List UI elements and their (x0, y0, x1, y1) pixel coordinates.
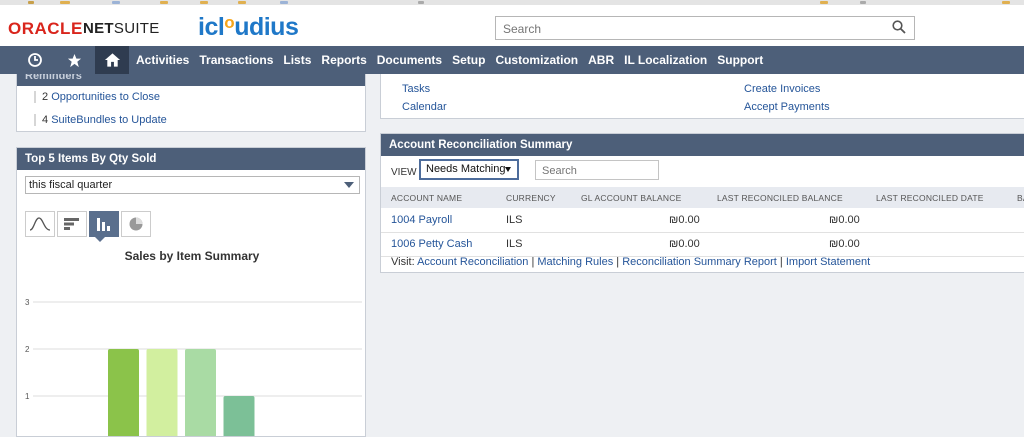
shortcut-tasks[interactable]: Tasks (402, 83, 430, 95)
col-currency[interactable]: CURRENCY (506, 193, 556, 203)
line-chart-icon[interactable] (25, 211, 55, 237)
icloudius-logo[interactable]: icloudius (198, 13, 299, 42)
nav-menu: Activities Transactions Lists Reports Do… (136, 46, 773, 74)
app-header: ORACLE NETSUITE icloudius (0, 5, 1024, 46)
row-last-balance: ₪0.00 (829, 214, 860, 226)
row-last-balance: ₪0.00 (829, 238, 860, 250)
chart-bar[interactable] (185, 349, 216, 436)
nav-item-lists[interactable]: Lists (283, 53, 311, 67)
table-row: 1004 Payroll ILS ₪0.00 ₪0.00 (381, 208, 1024, 233)
account-link-petty-cash[interactable]: 1006 Petty Cash (391, 238, 472, 250)
recent-records-icon[interactable] (19, 46, 51, 74)
reminders-header: Reminders (17, 74, 365, 86)
home-icon[interactable] (95, 46, 129, 74)
link-reconciliation-summary-report[interactable]: Reconciliation Summary Report (622, 256, 777, 268)
chart-bar[interactable] (223, 396, 255, 436)
nav-item-support[interactable]: Support (717, 53, 763, 67)
view-label: VIEW (391, 167, 417, 178)
bar-horizontal-icon[interactable] (57, 211, 87, 237)
account-link-payroll[interactable]: 1004 Payroll (391, 214, 452, 226)
sales-bar-chart: 3210 (25, 298, 362, 436)
recon-search-box[interactable] (535, 160, 659, 180)
chart-type-tabs (25, 211, 153, 237)
row-currency: ILS (506, 238, 523, 250)
account-reconciliation-portlet: Account Reconciliation Summary VIEW Need… (380, 133, 1024, 273)
reminder-link-suitebundles[interactable]: SuiteBundles to Update (51, 114, 167, 126)
shortcut-accept-payments[interactable]: Accept Payments (744, 101, 830, 113)
pie-chart-icon[interactable] (121, 211, 151, 237)
nav-item-setup[interactable]: Setup (452, 53, 485, 67)
reminder-link-opportunities[interactable]: Opportunities to Close (51, 91, 160, 103)
column-chart-icon[interactable] (89, 211, 119, 237)
top-items-portlet: Top 5 Items By Qty Sold this fiscal quar… (16, 147, 366, 437)
oracle-logo[interactable]: ORACLE (8, 19, 83, 39)
row-gl-balance: ₪0.00 (669, 238, 700, 250)
star-icon[interactable] (58, 46, 90, 74)
view-select[interactable]: Needs Matching (419, 159, 519, 180)
reminder-item[interactable]: 2 Opportunities to Close (34, 91, 160, 103)
search-icon[interactable] (892, 20, 906, 34)
netsuite-logo[interactable]: NETSUITE (83, 20, 160, 37)
nav-item-abr[interactable]: ABR (588, 53, 614, 67)
shortcuts-portlet: Tasks Calendar Create Invoices Accept Pa… (380, 74, 1024, 119)
shortcut-calendar[interactable]: Calendar (402, 101, 447, 113)
nav-item-transactions[interactable]: Transactions (199, 53, 273, 67)
global-search-input[interactable] (501, 21, 885, 37)
recon-header[interactable]: Account Reconciliation Summary (381, 134, 1024, 156)
row-currency: ILS (506, 214, 523, 226)
reminders-portlet: Reminders 2 Opportunities to Close 4 Sui… (16, 74, 366, 132)
nav-item-customization[interactable]: Customization (495, 53, 578, 67)
recon-search-input[interactable] (540, 164, 654, 178)
top-items-header[interactable]: Top 5 Items By Qty Sold (17, 148, 365, 170)
chevron-down-icon[interactable] (505, 167, 511, 172)
col-last-reconciled-date[interactable]: LAST RECONCILED DATE (876, 193, 984, 203)
link-matching-rules[interactable]: Matching Rules (537, 256, 613, 268)
col-last-reconciled-balance[interactable]: LAST RECONCILED BALANCE (717, 193, 843, 203)
y-tick-label: 1 (25, 392, 30, 401)
chart-title: Sales by Item Summary (124, 249, 260, 263)
nav-item-il-localization[interactable]: IL Localization (624, 53, 707, 67)
col-gl-balance[interactable]: GL ACCOUNT BALANCE (581, 193, 681, 203)
table-row: 1006 Petty Cash ILS ₪0.00 ₪0.00 (381, 232, 1024, 257)
chart-bar[interactable] (146, 349, 178, 436)
recon-table-header: ACCOUNT NAME CURRENCY GL ACCOUNT BALANCE… (381, 187, 1024, 208)
col-ba[interactable]: BA (1017, 193, 1024, 203)
chevron-down-icon[interactable] (344, 182, 354, 188)
nav-item-documents[interactable]: Documents (377, 53, 442, 67)
y-tick-label: 2 (25, 345, 30, 354)
active-tab-pointer (95, 237, 105, 242)
link-import-statement[interactable]: Import Statement (786, 256, 870, 268)
reminder-item[interactable]: 4 SuiteBundles to Update (34, 114, 167, 126)
y-tick-label: 3 (25, 298, 30, 307)
period-select[interactable]: this fiscal quarter (25, 176, 360, 194)
nav-item-activities[interactable]: Activities (136, 53, 189, 67)
row-gl-balance: ₪0.00 (669, 214, 700, 226)
nav-item-reports[interactable]: Reports (321, 53, 366, 67)
shortcut-create-invoices[interactable]: Create Invoices (744, 83, 820, 95)
visit-links: Visit: Account Reconciliation | Matching… (391, 256, 871, 268)
link-account-reconciliation[interactable]: Account Reconciliation (417, 256, 528, 268)
chart-bar[interactable] (108, 349, 139, 436)
main-nav-bar: Activities Transactions Lists Reports Do… (0, 46, 1024, 74)
global-search-box[interactable] (495, 16, 915, 40)
col-account-name[interactable]: ACCOUNT NAME (391, 193, 462, 203)
